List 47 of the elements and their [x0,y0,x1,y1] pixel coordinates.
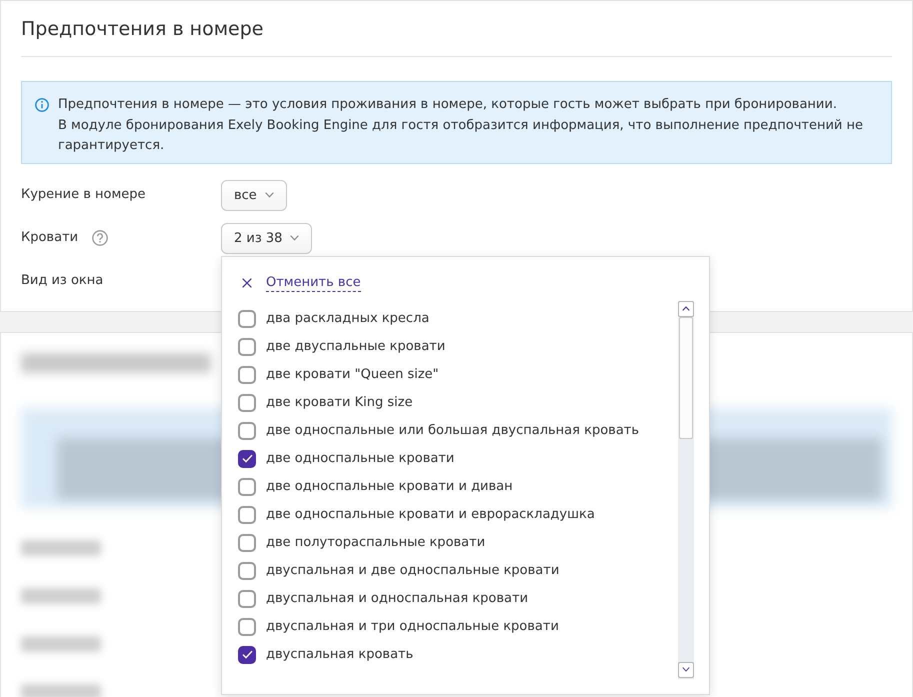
field-label: Кровати [21,229,78,247]
option-label[interactable]: две двуспальные кровати [266,338,446,356]
checkbox[interactable] [238,366,256,384]
chevron-down-icon [264,192,274,198]
chevron-down-icon [682,667,690,672]
checkbox[interactable] [238,562,256,580]
section-title: Предпочтения в номере [21,17,264,42]
dropdown-button[interactable]: все [221,180,287,210]
notice-text: В модуле бронирования Exely Booking Engine для гостя отобразится информация, что выполнение предпочтений не гарантируется. [58,116,864,155]
clear-all-link[interactable]: Отменить все [266,274,361,292]
scroll-down-button[interactable] [678,662,694,678]
option-label[interactable]: две односпальные или большая двуспальная кровать [266,422,640,440]
chevron-down-icon [290,235,300,241]
checkbox[interactable] [238,450,256,468]
check-icon [242,454,252,463]
checkbox[interactable] [238,646,256,664]
checkbox[interactable] [238,506,256,524]
option-label[interactable]: двуспальная кровать [266,646,414,664]
option-label[interactable]: две кровати "Queen size" [266,366,439,384]
chevron-up-icon [682,306,690,311]
option-label[interactable]: две кровати King size [266,394,413,412]
scrollbar-thumb[interactable] [679,316,693,438]
checkbox[interactable] [238,422,256,440]
checkbox[interactable] [238,478,256,496]
info-icon [35,98,49,112]
checkbox[interactable] [238,310,256,328]
help-icon[interactable] [92,230,108,246]
checkbox[interactable] [238,618,256,636]
checkbox[interactable] [238,394,256,412]
option-label[interactable]: две односпальные кровати [266,450,454,468]
field-label: Курение в номере [21,186,146,204]
scroll-up-button[interactable] [678,300,694,316]
option-label[interactable]: две односпальные кровати и еврораскладушка [266,506,595,524]
option-label[interactable]: двуспальная и односпальная кровати [266,590,528,608]
checkbox[interactable] [238,534,256,552]
checkbox[interactable] [238,590,256,608]
option-label[interactable]: два раскладных кресла [266,310,430,328]
option-label[interactable]: двуспальная и три односпальные кровати [266,618,559,636]
field-label: Вид из окна [21,272,104,290]
checkbox[interactable] [238,338,256,356]
option-label[interactable]: двуспальная и две односпальные кровати [266,562,560,580]
notice-text: Предпочтения в номере — это условия проживания в номере, которые гость может выбрать при бронировании. [58,96,837,114]
option-label[interactable]: две односпальные кровати и диван [266,478,513,496]
option-label[interactable]: две полутораспальные кровати [266,534,486,552]
dropdown-button[interactable]: 2 из 38 [221,222,312,254]
check-icon [242,650,252,659]
close-icon[interactable] [242,278,252,288]
